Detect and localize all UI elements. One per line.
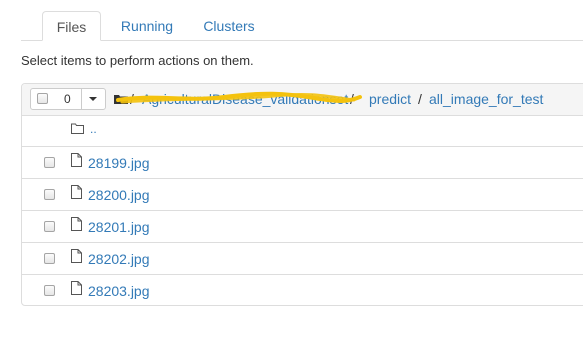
list-item[interactable]: 28201.jpg xyxy=(22,211,583,243)
tab-running[interactable]: Running xyxy=(119,12,175,40)
breadcrumb-link-predict[interactable]: predict xyxy=(369,90,411,108)
file-icon xyxy=(71,217,82,231)
list-header: 0 / AgriculturalDisease_validationset / … xyxy=(22,84,583,116)
file-link[interactable]: 28201.jpg xyxy=(88,219,150,235)
item-checkbox[interactable] xyxy=(44,189,55,200)
item-checkbox[interactable] xyxy=(44,157,55,168)
tab-bar: Files Running Clusters xyxy=(21,0,583,41)
item-checkbox[interactable] xyxy=(44,285,55,296)
caret-down-icon[interactable] xyxy=(89,97,97,101)
tab-files[interactable]: Files xyxy=(42,11,101,41)
file-icon xyxy=(71,281,82,295)
file-link[interactable]: 28199.jpg xyxy=(88,155,150,171)
file-link[interactable]: 28200.jpg xyxy=(88,187,150,203)
file-link[interactable]: 28203.jpg xyxy=(88,283,150,299)
parent-dir-link[interactable]: .. xyxy=(90,122,97,136)
list-item[interactable]: 28202.jpg xyxy=(22,243,583,275)
file-list: 0 / AgriculturalDisease_validationset / … xyxy=(21,83,583,306)
redaction-scribble xyxy=(116,91,362,104)
select-all-dropdown[interactable]: 0 xyxy=(30,88,106,110)
breadcrumb-link-all-image-for-test[interactable]: all_image_for_test xyxy=(429,90,543,108)
list-item[interactable]: 28203.jpg xyxy=(22,275,583,307)
instructions-text: Select items to perform actions on them. xyxy=(21,53,254,68)
folder-open-icon xyxy=(71,123,84,134)
select-all-checkbox[interactable] xyxy=(37,93,48,104)
file-link[interactable]: 28202.jpg xyxy=(88,251,150,267)
item-checkbox[interactable] xyxy=(44,221,55,232)
tab-clusters[interactable]: Clusters xyxy=(202,12,256,40)
breadcrumb-separator: / xyxy=(418,91,422,107)
dropdown-divider xyxy=(81,89,82,109)
file-icon xyxy=(71,153,82,167)
item-checkbox[interactable] xyxy=(44,253,55,264)
list-item[interactable]: 28200.jpg xyxy=(22,179,583,211)
list-item[interactable]: 28199.jpg xyxy=(22,147,583,179)
file-icon xyxy=(71,185,82,199)
selected-count: 0 xyxy=(64,92,71,106)
list-item-parent-dir[interactable]: .. xyxy=(22,115,583,147)
file-icon xyxy=(71,249,82,263)
